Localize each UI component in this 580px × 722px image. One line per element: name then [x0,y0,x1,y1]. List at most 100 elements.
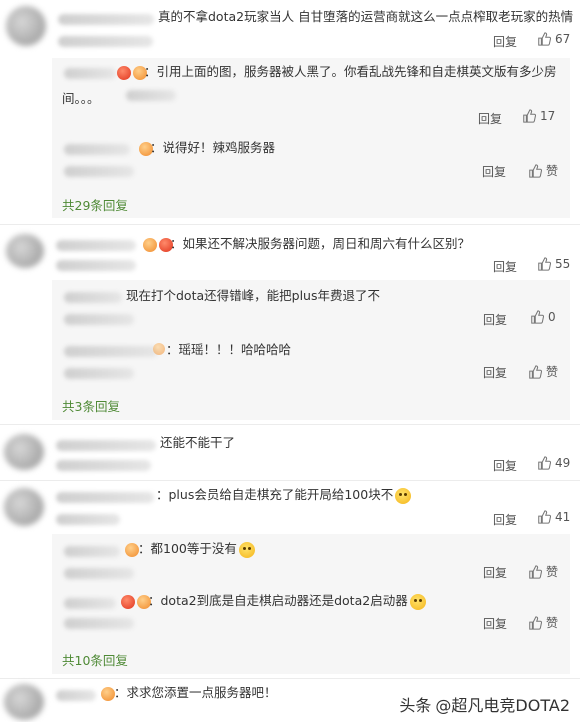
thumb-up-icon [531,310,544,324]
reply-thread [52,58,570,218]
sub-username[interactable] [64,346,158,357]
sub-reply-text: ：dota2到底是自走棋启动器还是dota2启动器 [148,592,426,610]
reply-button[interactable]: 回复 [482,163,506,180]
like-count: 赞 [546,365,559,379]
timestamp [56,260,136,271]
thumb-up-icon [538,456,551,470]
avatar[interactable] [6,234,44,268]
sub-username[interactable] [64,546,120,557]
sub-reply-text: ：说得好！辣鸡服务器 [150,140,276,155]
sub-username[interactable] [64,68,116,79]
avatar[interactable] [4,684,44,720]
thumb-up-icon [529,564,542,579]
reply-button[interactable]: 回复 [493,511,517,528]
verified-badge-icon [117,66,131,80]
watermark-source: 头条 [399,696,432,715]
like-button[interactable]: 17 [522,109,555,123]
thumb-up-icon [529,364,542,379]
verified-badge-icon [121,595,135,609]
like-button[interactable]: 赞 [528,363,558,380]
reply-button[interactable]: 回复 [478,110,502,127]
reply-button[interactable]: 回复 [493,457,517,474]
sub-timestamp [64,166,134,177]
member-badge-icon [101,687,115,701]
thumb-up-icon [538,510,551,524]
view-more-replies-link[interactable]: 共10条回复 [62,650,128,669]
view-more-replies-link[interactable]: 共3条回复 [62,396,120,415]
like-count: 49 [555,456,571,470]
like-count: 41 [555,510,571,524]
like-count: 赞 [546,164,559,178]
comment-text: ：plus会员给自走棋充了能开局给100块不 [156,486,412,504]
sub-reply-text: ：都100等于没有 [138,540,255,558]
comment-text: 真的不拿dota2玩家当人 自甘堕落的运营商就这么一点点榨取老玩家的热情 [158,9,574,24]
timestamp [58,36,153,47]
reply-button[interactable]: 回复 [493,258,517,275]
like-button[interactable]: 赞 [528,614,558,631]
divider [0,224,580,225]
sub-username[interactable] [64,292,122,303]
timestamp [56,514,120,525]
sub-timestamp [126,90,176,101]
sub-timestamp [64,618,134,629]
view-more-replies-link[interactable]: 共29条回复 [62,195,128,214]
timestamp [56,460,151,471]
thumb-up-icon [529,163,542,178]
username[interactable] [56,690,96,701]
username[interactable] [56,440,156,451]
thumb-up-icon [523,109,536,123]
watermark: 头条 @超凡电竞DOTA2 [399,692,570,716]
like-count: 赞 [546,565,559,579]
reply-button[interactable]: 回复 [483,564,507,581]
sub-timestamp [64,314,134,325]
like-count: 0 [548,310,556,324]
comment-text: ：如果还不解决服务器问题，周日和周六有什么区别？ [170,236,471,251]
reply-button[interactable]: 回复 [483,615,507,632]
comment-text-body: ：plus会员给自走棋充了能开局给100块不 [156,487,394,502]
like-button[interactable]: 41 [537,510,570,524]
sub-username[interactable] [64,144,130,155]
username[interactable] [56,240,136,251]
sub-reply-text-continued: 间。。。 [62,91,100,106]
sub-reply-text: 现在打个dota还得错峰，能把plus年费退了不 [126,288,380,303]
thumb-up-icon [538,257,551,271]
watermark-handle: @超凡电竞DOTA2 [435,696,570,715]
like-button[interactable]: 赞 [528,563,558,580]
like-count: 赞 [546,616,559,630]
member-badge-icon [143,238,157,252]
smile-emoji-icon [409,593,426,610]
thumb-up-icon [529,615,542,630]
divider [0,424,580,425]
smile-emoji-icon [395,487,412,504]
username[interactable] [56,492,154,503]
member-badge-icon [125,543,139,557]
comment-text: 还能不能干了 [160,435,236,450]
like-count: 55 [555,257,571,271]
like-button[interactable]: 55 [537,257,570,271]
thumb-up-icon [538,32,551,46]
comment-text: ：求求您添置一点服务器吧！ [114,685,277,700]
sub-reply-text-body: ：都100等于没有 [138,541,237,556]
like-count: 17 [540,109,556,123]
like-button[interactable]: 0 [530,310,556,324]
reply-button[interactable]: 回复 [493,33,517,50]
sub-timestamp [64,368,134,379]
sub-reply-text: ：引用上面的图，服务器被人黑了。你看乱战先锋和自走棋英文版有多少房 [144,64,557,79]
avatar[interactable] [4,488,44,526]
avatar[interactable] [6,6,46,46]
sub-reply-text-body: ：dota2到底是自走棋启动器还是dota2启动器 [148,593,408,608]
like-button[interactable]: 67 [537,32,570,46]
reply-button[interactable]: 回复 [483,364,507,381]
like-count: 67 [555,32,571,46]
sub-timestamp [64,568,134,579]
reply-button[interactable]: 回复 [483,311,507,328]
like-button[interactable]: 49 [537,456,570,470]
member-badge-icon [153,343,165,355]
avatar[interactable] [4,434,44,470]
like-button[interactable]: 赞 [528,162,558,179]
username[interactable] [58,14,154,25]
sub-reply-text: ：瑶瑶！！！哈哈哈哈 [166,342,292,357]
laugh-cry-emoji-icon [238,541,255,558]
divider [0,678,580,679]
sub-username[interactable] [64,598,116,609]
